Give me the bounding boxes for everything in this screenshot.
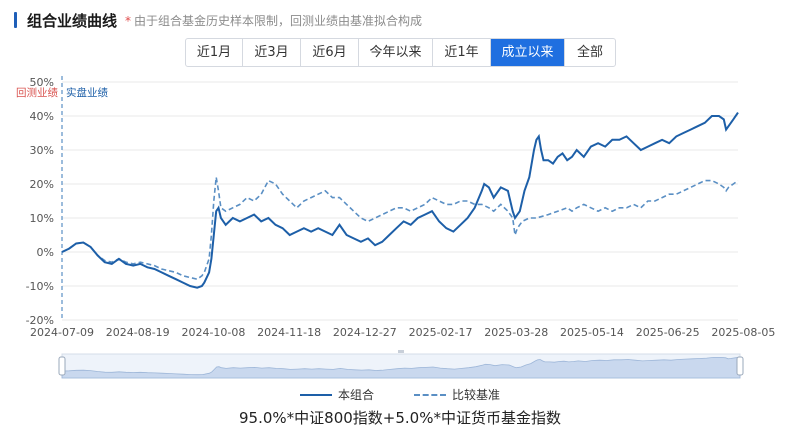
- series-line-benchmark: [61, 177, 739, 281]
- tab-ytd[interactable]: 今年以来: [359, 39, 433, 66]
- title-note: * 由于组合基金历史样本限制，回测业绩由基准拟合构成: [125, 12, 422, 29]
- x-tick-label: 2025-08-05: [711, 326, 775, 339]
- tab-1-year[interactable]: 近1年: [433, 39, 491, 66]
- legend-label-benchmark: 比较基准: [452, 388, 501, 402]
- x-tick-label: 2024-10-08: [181, 326, 245, 339]
- note-star: *: [125, 13, 132, 28]
- x-tick-label: 2025-03-28: [484, 326, 548, 339]
- legend-item-portfolio[interactable]: 本组合: [299, 386, 374, 403]
- title-accent-bar: [14, 12, 17, 28]
- time-range-tabs: 近1月 近3月 近6月 今年以来 近1年 成立以来 全部: [185, 38, 616, 67]
- page-title: 组合业绩曲线: [27, 11, 118, 30]
- range-slider-grip: [398, 350, 404, 353]
- x-tick-label: 2025-06-25: [636, 326, 700, 339]
- legend-label-portfolio: 本组合: [337, 388, 374, 402]
- range-slider-handle-left[interactable]: [58, 356, 66, 376]
- tab-1-month[interactable]: 近1月: [186, 39, 243, 66]
- x-tick-label: 2025-02-17: [409, 326, 473, 339]
- tab-6-months[interactable]: 近6月: [301, 39, 359, 66]
- live-marker-label: 实盘业绩: [66, 86, 108, 99]
- x-tick-label: 2024-12-27: [333, 326, 397, 339]
- note-text: 由于组合基金历史样本限制，回测业绩由基准拟合构成: [134, 13, 423, 28]
- performance-chart: -20%-10%0%10%20%30%40%50%2024-07-09 2024-…: [16, 76, 775, 379]
- tab-3-months[interactable]: 近3月: [243, 39, 301, 66]
- x-tick-label: 2024-11-18: [257, 326, 321, 339]
- benchmark-formula: 95.0%*中证800指数+5.0%*中证货币基金指数: [239, 409, 561, 427]
- chart-legend: 本组合 比较基准: [0, 386, 800, 403]
- backtest-marker-label: 回测业绩: [16, 86, 58, 99]
- legend-swatch-dashed: [414, 393, 446, 396]
- y-tick-label: 30%: [30, 144, 54, 157]
- y-tick-label: -10%: [26, 280, 54, 293]
- series-line-portfolio: [61, 112, 739, 289]
- range-slider[interactable]: [58, 350, 744, 379]
- tab-since-inception[interactable]: 成立以来: [491, 39, 565, 66]
- range-slider-handle-right[interactable]: [736, 356, 744, 376]
- y-tick-label: 20%: [30, 178, 54, 191]
- x-tick-label: 2024-07-09: [30, 326, 94, 339]
- legend-swatch-solid: [299, 393, 332, 396]
- tab-all[interactable]: 全部: [565, 39, 615, 66]
- y-tick-label: 0%: [37, 246, 54, 259]
- chart-header: 组合业绩曲线 * 由于组合基金历史样本限制，回测业绩由基准拟合构成: [14, 9, 422, 31]
- y-tick-label: 10%: [30, 212, 54, 225]
- x-tick-label: 2024-08-19: [106, 326, 170, 339]
- x-tick-label: 2025-05-14: [560, 326, 624, 339]
- legend-item-benchmark[interactable]: 比较基准: [414, 386, 500, 403]
- y-tick-label: 40%: [30, 110, 54, 123]
